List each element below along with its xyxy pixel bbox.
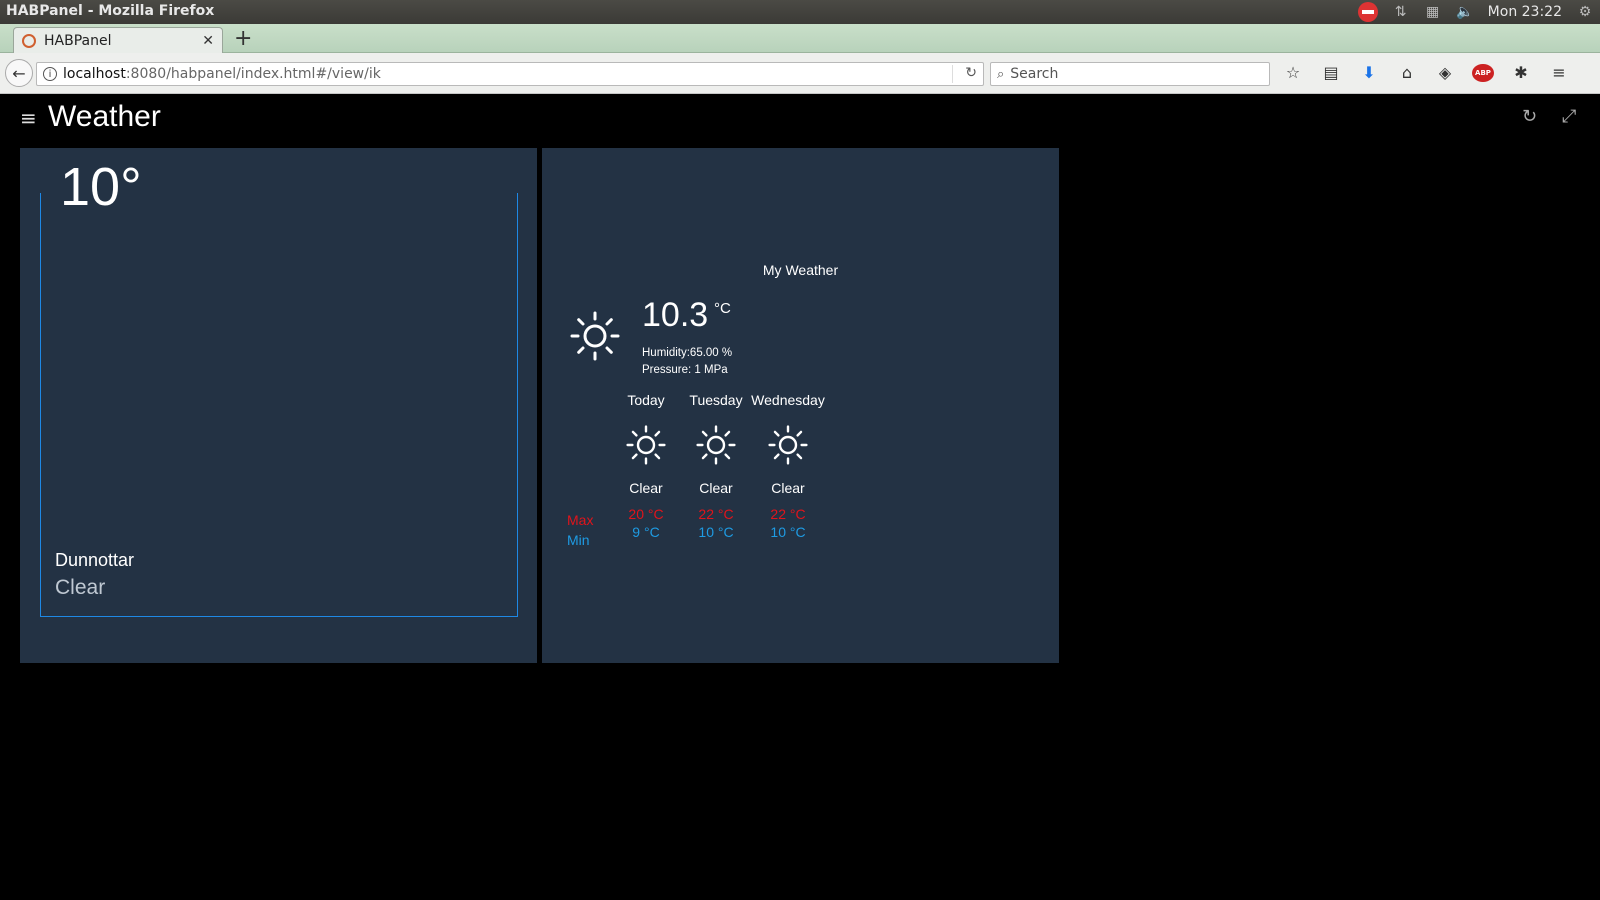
sun-icon xyxy=(748,420,828,470)
weather-widget-right: My Weather 10.3 °C Humidity:65.00 % Pres… xyxy=(542,148,1059,663)
forecast-min: 10 °C xyxy=(770,524,806,540)
forecast-condition: Clear xyxy=(699,480,733,496)
refresh-icon[interactable]: ↻ xyxy=(1522,106,1537,127)
url-bar[interactable]: i localhost:8080/habpanel/index.html#/vi… xyxy=(36,62,984,86)
max-label: Max xyxy=(567,512,594,528)
home-icon[interactable]: ⌂ xyxy=(1396,63,1418,82)
weather-widget-left: 10° Dunnottar Clear xyxy=(20,148,537,663)
temperature-value: 10° xyxy=(60,157,142,217)
close-icon[interactable]: ✕ xyxy=(202,33,214,49)
hamburger-menu-icon[interactable]: ≡ xyxy=(20,106,37,130)
menu-icon[interactable]: ≡ xyxy=(1548,63,1570,82)
sun-icon xyxy=(570,311,620,361)
sun-icon xyxy=(606,420,686,470)
page-title: Weather xyxy=(48,100,161,133)
tab-strip: HABPanel ✕ + xyxy=(0,24,1600,53)
forecast-condition: Clear xyxy=(771,480,805,496)
current-temperature: 10.3 xyxy=(642,296,709,334)
current-temperature-unit: °C xyxy=(714,300,731,317)
forecast-day-name: Wednesday xyxy=(751,392,825,408)
forecast-max: 20 °C xyxy=(628,506,664,522)
min-label: Min xyxy=(567,532,590,548)
forecast-day-name: Tuesday xyxy=(689,392,743,408)
forecast-day-name: Today xyxy=(627,392,665,408)
pocket-icon[interactable]: ◈ xyxy=(1434,63,1456,82)
extension-icon[interactable]: ✱ xyxy=(1510,63,1532,82)
keyboard-icon[interactable]: ▦ xyxy=(1424,3,1442,21)
widget-title: My Weather xyxy=(762,262,839,278)
fullscreen-icon[interactable]: ⤢ xyxy=(1562,106,1576,127)
adblock-icon[interactable]: ABP xyxy=(1472,63,1494,82)
search-input[interactable]: ⌕ Search xyxy=(990,62,1270,86)
location-label: Dunnottar xyxy=(55,550,135,570)
gear-icon[interactable]: ⚙ xyxy=(1576,3,1594,21)
search-placeholder: Search xyxy=(1010,66,1059,82)
volume-icon[interactable]: 🔈 xyxy=(1456,3,1474,21)
os-tray: ⇅ ▦ 🔈 Mon 23:22 ⚙ xyxy=(1357,0,1600,24)
search-icon: ⌕ xyxy=(997,66,1005,82)
forecast-max: 22 °C xyxy=(770,506,806,522)
download-icon[interactable]: ⬇ xyxy=(1358,63,1380,82)
pressure-label: Pressure: 1 MPa xyxy=(642,364,728,376)
forecast-min: 9 °C xyxy=(632,524,660,540)
reload-icon[interactable]: ↻ xyxy=(965,65,977,81)
window-title: HABPanel - Mozilla Firefox xyxy=(6,3,215,19)
favicon-icon xyxy=(22,33,36,48)
humidity-label: Humidity:65.00 % xyxy=(642,347,733,359)
forecast-min: 10 °C xyxy=(698,524,734,540)
navigation-bar: ← i localhost:8080/habpanel/index.html#/… xyxy=(0,53,1600,94)
arrow-left-icon: ← xyxy=(12,63,26,83)
forecast-day-wednesday: Wednesday Clear 22 °C 10 °C xyxy=(748,392,828,540)
info-icon[interactable]: i xyxy=(43,67,57,81)
url-path: :8080/habpanel/index.html#/view/ik xyxy=(125,66,381,82)
tab-habpanel[interactable]: HABPanel ✕ xyxy=(13,27,223,53)
network-icon[interactable]: ⇅ xyxy=(1392,3,1410,21)
new-tab-button[interactable]: + xyxy=(234,26,252,51)
sun-icon xyxy=(676,420,756,470)
forecast-day-tuesday: Tuesday Clear 22 °C 10 °C xyxy=(676,392,756,540)
clock[interactable]: Mon 23:22 xyxy=(1488,4,1562,20)
toolbar-icons: ☆ ▤ ⬇ ⌂ ◈ ABP ✱ ≡ xyxy=(1282,63,1570,82)
condition-label: Clear xyxy=(55,576,106,599)
forecast-day-today: Today Clear 20 °C 9 °C xyxy=(606,392,686,540)
stop-icon[interactable] xyxy=(1357,2,1378,22)
os-top-bar: HABPanel - Mozilla Firefox ⇅ ▦ 🔈 Mon 23:… xyxy=(0,0,1600,24)
reading-list-icon[interactable]: ▤ xyxy=(1320,63,1342,82)
forecast-max: 22 °C xyxy=(698,506,734,522)
forecast-condition: Clear xyxy=(629,480,663,496)
url-separator xyxy=(952,65,953,83)
back-button[interactable]: ← xyxy=(5,59,33,87)
app-header: ≡ Weather ↻ ⤢ xyxy=(0,94,1600,144)
bookmark-star-icon[interactable]: ☆ xyxy=(1282,63,1304,82)
tab-label: HABPanel xyxy=(44,32,112,49)
url-host: localhost xyxy=(63,66,126,82)
